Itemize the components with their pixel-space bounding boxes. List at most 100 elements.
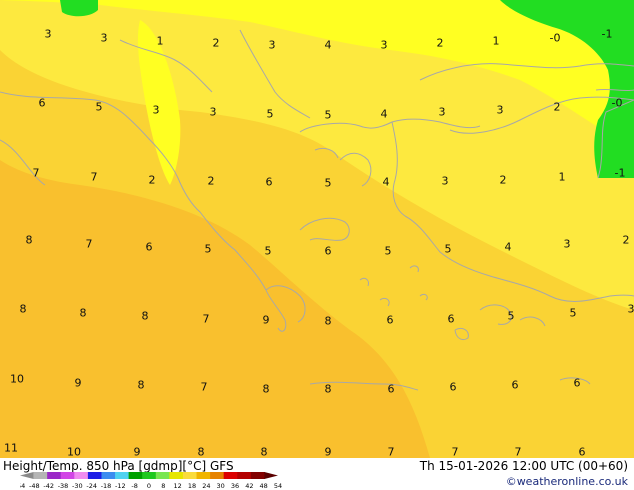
colorbar: -54 -48-42 -38-30-24 -18-12 -8 0 8 12 18 24 30 36 42…	[20, 472, 282, 490]
colorbar-swatch	[142, 472, 157, 479]
colorbar-swatch	[87, 472, 102, 479]
temperature-value: 3	[563, 237, 571, 251]
colorbar-swatch	[47, 472, 62, 479]
temperature-value: 3	[438, 105, 446, 119]
temperature-value: 8	[137, 378, 145, 392]
temperature-value: 6	[578, 445, 586, 458]
temperature-value: 9	[262, 313, 270, 327]
colorbar-swatch	[196, 472, 211, 479]
colorbar-swatch	[20, 472, 34, 479]
temperature-value: 7	[90, 170, 98, 184]
temperature-value: 2	[436, 36, 444, 50]
temperature-value: 6	[38, 96, 46, 110]
temperature-value: 3	[152, 103, 160, 117]
temperature-value: 8	[324, 382, 332, 396]
colorbar-swatch	[237, 472, 252, 479]
colorbar-swatch	[115, 472, 130, 479]
temperature-value: 6	[145, 240, 153, 254]
colorbar-tick-label: 8	[161, 482, 165, 490]
temperature-value: 2	[553, 100, 561, 114]
colorbar-tick-label: 42	[245, 482, 253, 490]
temperature-value: 2	[212, 36, 220, 50]
temperature-value: 5	[266, 107, 274, 121]
temperature-value: 4	[504, 240, 512, 254]
temperature-value: 4	[324, 38, 332, 52]
temperature-value: 1	[492, 34, 500, 48]
temperature-value: 8	[260, 445, 268, 458]
temperature-value: 3	[100, 31, 108, 45]
temperature-value: 6	[386, 313, 394, 327]
temperature-value: 8	[19, 302, 27, 316]
temperature-value: 3	[380, 38, 388, 52]
colorbar-swatch	[101, 472, 116, 479]
temperature-value: -1	[601, 27, 613, 41]
temperature-value: 5	[324, 176, 332, 190]
temperature-value: 5	[95, 100, 103, 114]
temperature-value: 10	[67, 445, 81, 458]
temperature-value: -0	[549, 31, 561, 45]
temperature-value: 3	[268, 38, 276, 52]
colorbar-tick-label: 18	[188, 482, 196, 490]
temperature-value: 5	[507, 309, 515, 323]
temperature-field	[0, 0, 634, 458]
colorbar-swatch	[182, 472, 198, 479]
colorbar-tick-label: -30	[72, 482, 83, 490]
temperature-value: 7	[451, 445, 459, 458]
credit-link[interactable]: ©weatheronline.co.uk	[506, 475, 628, 488]
temperature-value: 9	[324, 445, 332, 458]
colorbar-swatch	[60, 472, 75, 479]
temperature-value: 3	[496, 103, 504, 117]
temperature-value: 2	[622, 233, 630, 247]
temperature-value: 9	[133, 445, 141, 458]
temperature-value: 4	[380, 107, 388, 121]
colorbar-tick-label: 48	[260, 482, 268, 490]
colorbar-tick-label: -38	[58, 482, 69, 490]
colorbar-swatch	[264, 472, 278, 479]
temperature-value: 6	[324, 244, 332, 258]
colorbar-tick-label: 36	[231, 482, 239, 490]
temperature-value: 3	[627, 302, 634, 316]
temperature-value: 8	[79, 306, 87, 320]
temperature-value: 5	[384, 244, 392, 258]
colorbar-swatch	[223, 472, 238, 479]
temperature-value: 6	[387, 382, 395, 396]
temperature-value: 3	[441, 174, 449, 188]
temperature-value: 11	[4, 441, 18, 455]
footer: Height/Temp. 850 hPa [gdmp][°C] GFS Th 1…	[0, 458, 634, 490]
temperature-value: 2	[207, 174, 215, 188]
temperature-value: -1	[614, 166, 626, 180]
temperature-value: 10	[10, 372, 24, 386]
temperature-value: 1	[156, 34, 164, 48]
temperature-value: 9	[74, 376, 82, 390]
temperature-value: 5	[444, 242, 452, 256]
colorbar-tick-label: -24	[86, 482, 97, 490]
temperature-value: 8	[25, 233, 33, 247]
colorbar-tick-label: 12	[174, 482, 182, 490]
temperature-value: 5	[569, 306, 577, 320]
temperature-value: 6	[511, 378, 519, 392]
temperature-value: 7	[32, 166, 40, 180]
temperature-value: 8	[197, 445, 205, 458]
colorbar-tick-label: -8	[131, 482, 137, 490]
temperature-value: 3	[209, 105, 217, 119]
temperature-value: 7	[514, 445, 522, 458]
weather-map: 3 3 1 2 3 4 3 2 1 -0 -1 6 5 3 3 5 5 4 3 3 2 -0 7 7 2 2 6 5 4 3 2 1 -1 8 7 6…	[0, 0, 634, 458]
temperature-value: 8	[141, 309, 149, 323]
colorbar-swatch	[33, 472, 48, 479]
colorbar-tick-label: 54	[274, 482, 282, 490]
temperature-value: 5	[264, 244, 272, 258]
colorbar-swatch	[74, 472, 89, 479]
colorbar-swatch	[128, 472, 143, 479]
temperature-value: 3	[44, 27, 52, 41]
colorbar-tick-label: -12	[115, 482, 126, 490]
map-title: Height/Temp. 850 hPa [gdmp][°C] GFS	[3, 459, 234, 473]
temperature-value: 7	[387, 445, 395, 458]
temperature-value: 8	[262, 382, 270, 396]
colorbar-tick-label: 0	[147, 482, 151, 490]
temperature-value: 2	[499, 173, 507, 187]
colorbar-swatch	[155, 472, 170, 479]
colorbar-tick-label: 30	[217, 482, 225, 490]
temperature-value: 7	[85, 237, 93, 251]
colorbar-tick-label: -18	[101, 482, 112, 490]
temperature-value: 8	[324, 314, 332, 328]
